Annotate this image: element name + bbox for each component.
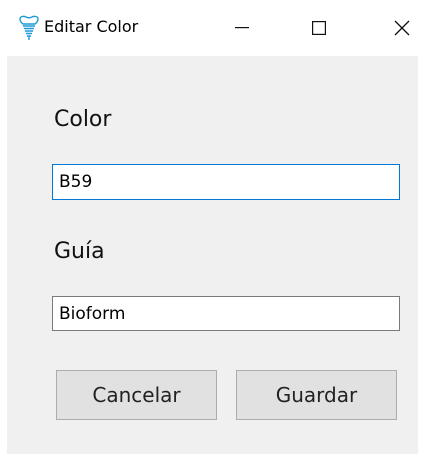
save-button[interactable]: Guardar — [236, 370, 397, 420]
dialog-body: Color Guía Cancelar Guardar — [7, 56, 418, 454]
color-label: Color — [54, 107, 112, 132]
guia-label: Guía — [54, 239, 105, 264]
close-button[interactable] — [379, 0, 425, 56]
minimize-button[interactable] — [219, 0, 265, 56]
tooth-icon — [18, 15, 40, 41]
title-bar[interactable]: Editar Color — [0, 0, 425, 56]
minimize-icon — [235, 27, 249, 29]
color-input[interactable] — [52, 164, 400, 200]
close-icon — [394, 20, 410, 36]
window-title: Editar Color — [44, 17, 139, 36]
edit-color-window: Editar Color Color Guía Cancelar Guardar — [0, 0, 425, 454]
maximize-icon — [312, 21, 326, 35]
guia-input[interactable] — [52, 296, 400, 331]
cancel-button[interactable]: Cancelar — [56, 370, 217, 420]
maximize-button[interactable] — [296, 0, 342, 56]
